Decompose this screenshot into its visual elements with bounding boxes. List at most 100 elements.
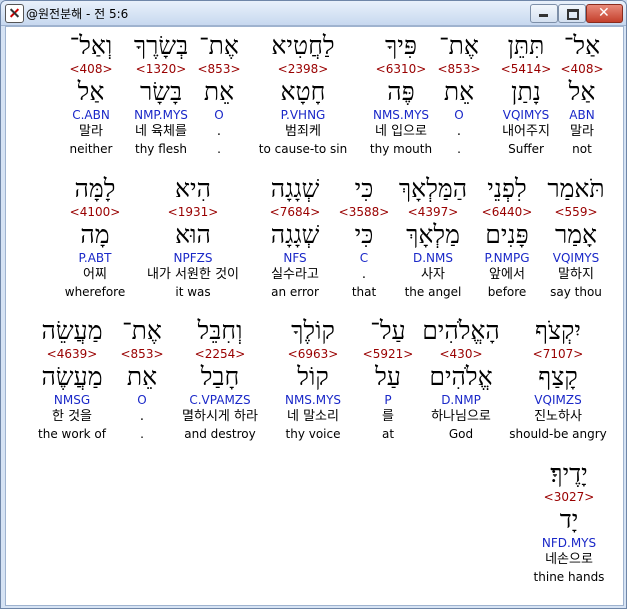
- word-word: אֶת־: [122, 316, 162, 345]
- word-ko: 앞에서: [489, 267, 525, 282]
- word-lemma: אֱלֹהִים: [429, 362, 493, 391]
- word-en: that: [351, 285, 377, 299]
- word-en: it was: [175, 285, 211, 299]
- word-strong[interactable]: <3588>: [339, 204, 390, 220]
- word-parse: D.NMP: [441, 393, 481, 407]
- title-bar[interactable]: @원전분해 - 전 5:6 ✕: [1, 1, 626, 26]
- word-strong[interactable]: <559>: [554, 204, 597, 220]
- word-ko: 내어주지: [502, 124, 550, 139]
- word-en: not: [572, 142, 592, 156]
- word-ko: 네 입으로: [375, 124, 427, 139]
- word-en: thine hands: [533, 570, 605, 584]
- maximize-button[interactable]: [558, 4, 586, 23]
- word-en: .: [140, 427, 144, 441]
- word-parse: VQIMYS: [502, 108, 550, 122]
- word-lemma: כִּי: [354, 220, 374, 249]
- word-strong[interactable]: <853>: [120, 346, 163, 362]
- word-strong[interactable]: <6310>: [376, 61, 427, 77]
- app-logo-icon[interactable]: [5, 4, 24, 23]
- word-ko: 사자: [421, 267, 445, 282]
- word-lemma: אַל: [77, 77, 105, 106]
- word-en: an error: [271, 285, 319, 299]
- word-ko: .: [361, 267, 367, 282]
- word-parse: P.NMPG: [484, 251, 530, 265]
- word-word: לַחֲטִיא: [271, 31, 335, 60]
- word-strong[interactable]: <7684>: [270, 204, 321, 220]
- word-strong[interactable]: <5414>: [501, 61, 552, 77]
- word-lemma: חָבַל: [200, 362, 240, 391]
- word-ko: 네 말소리: [287, 409, 339, 424]
- word-lemma: פֶּה: [387, 77, 415, 106]
- word-lemma: מָה: [80, 220, 110, 249]
- word-en: should-be angry: [509, 427, 607, 441]
- word-ko: 네손으로: [545, 552, 593, 567]
- word-strong[interactable]: <1320>: [136, 61, 187, 77]
- word-lemma: חָטָא: [280, 77, 326, 106]
- word-strong[interactable]: <2254>: [195, 346, 246, 362]
- word-strong[interactable]: <408>: [69, 61, 112, 77]
- word-word: לָמָּה: [74, 174, 116, 203]
- word-parse: P.ABT: [78, 251, 112, 265]
- word-lemma: אֵת: [126, 362, 158, 391]
- word-word: לִפְנֵי: [487, 174, 527, 203]
- word-strong[interactable]: <4100>: [70, 204, 121, 220]
- word-parse: VQIMZS: [534, 393, 582, 407]
- word-strong[interactable]: <4397>: [408, 204, 459, 220]
- word-lemma: שְׁגָגָה: [270, 220, 320, 249]
- word-lemma: אַל: [568, 77, 596, 106]
- word-en: to cause-to sin: [258, 142, 348, 156]
- word-word: אֶת־: [199, 31, 239, 60]
- word-strong[interactable]: <2398>: [278, 61, 329, 77]
- word-word: כִּי: [354, 174, 374, 203]
- word-strong[interactable]: <853>: [197, 61, 240, 77]
- word-ko: 말하지: [558, 267, 594, 282]
- word-ko: .: [216, 124, 222, 139]
- word-word: מַעֲשֵׂה: [41, 316, 103, 345]
- word-word: וְחִבֵּל: [197, 316, 243, 345]
- word-strong[interactable]: <7107>: [533, 346, 584, 362]
- word-en: and destroy: [184, 427, 256, 441]
- word-lemma: יָד: [559, 505, 579, 534]
- word-strong[interactable]: <6440>: [482, 204, 533, 220]
- word-word: יִקְצֹף: [535, 316, 581, 345]
- word-strong[interactable]: <408>: [560, 61, 603, 77]
- word-ko: 말라: [570, 124, 594, 139]
- word-strong[interactable]: <430>: [439, 346, 482, 362]
- word-ko: 네 육체를: [135, 124, 187, 139]
- minimize-icon: [539, 14, 548, 17]
- word-word: יָדֶיךָ׃: [550, 459, 588, 488]
- word-word: תִּתֵּן: [507, 31, 545, 60]
- word-parse: NMP.MYS: [134, 108, 188, 122]
- word-strong[interactable]: <3027>: [544, 489, 595, 505]
- word-ko: 멸하시게 하라: [182, 409, 258, 424]
- word-parse: O: [214, 108, 224, 122]
- word-en: the angel: [404, 285, 462, 299]
- word-strong[interactable]: <5921>: [363, 346, 414, 362]
- word-word: שְׁגָגָה: [270, 174, 320, 203]
- minimize-button[interactable]: [530, 4, 558, 23]
- word-lemma: קוֹל: [297, 362, 329, 391]
- word-ko: 를: [382, 409, 394, 424]
- word-en: neither: [69, 142, 113, 156]
- word-word: הַמַּלְאָךְ: [398, 174, 468, 203]
- word-word: אַל־: [563, 31, 601, 60]
- word-ko: 실수라고: [271, 267, 319, 282]
- word-strong[interactable]: <4639>: [47, 346, 98, 362]
- word-strong[interactable]: <6963>: [288, 346, 339, 362]
- word-strong[interactable]: <1931>: [168, 204, 219, 220]
- word-lemma: קָצַף: [538, 362, 578, 391]
- word-parse: NMS.MYS: [284, 393, 342, 407]
- close-button[interactable]: ✕: [586, 4, 623, 23]
- word-parse: NMS.MYS: [372, 108, 430, 122]
- word-word: הָאֱלֹהִים: [422, 316, 500, 345]
- word-lemma: מַלְאָךְ: [406, 220, 460, 249]
- word-parse: NMSG: [53, 393, 91, 407]
- word-parse: P.VHNG: [280, 108, 326, 122]
- word-word: הִיא: [175, 174, 211, 203]
- word-ko: 어찌: [83, 267, 107, 282]
- word-en: .: [217, 142, 221, 156]
- interlinear-panel[interactable]: אַל־ <408> אַל ABN 말라 not תִּתֵּן <5414> נָתַן VQ…: [5, 26, 624, 606]
- word-ko: .: [456, 124, 462, 139]
- word-strong[interactable]: <853>: [437, 61, 480, 77]
- word-en: before: [487, 285, 527, 299]
